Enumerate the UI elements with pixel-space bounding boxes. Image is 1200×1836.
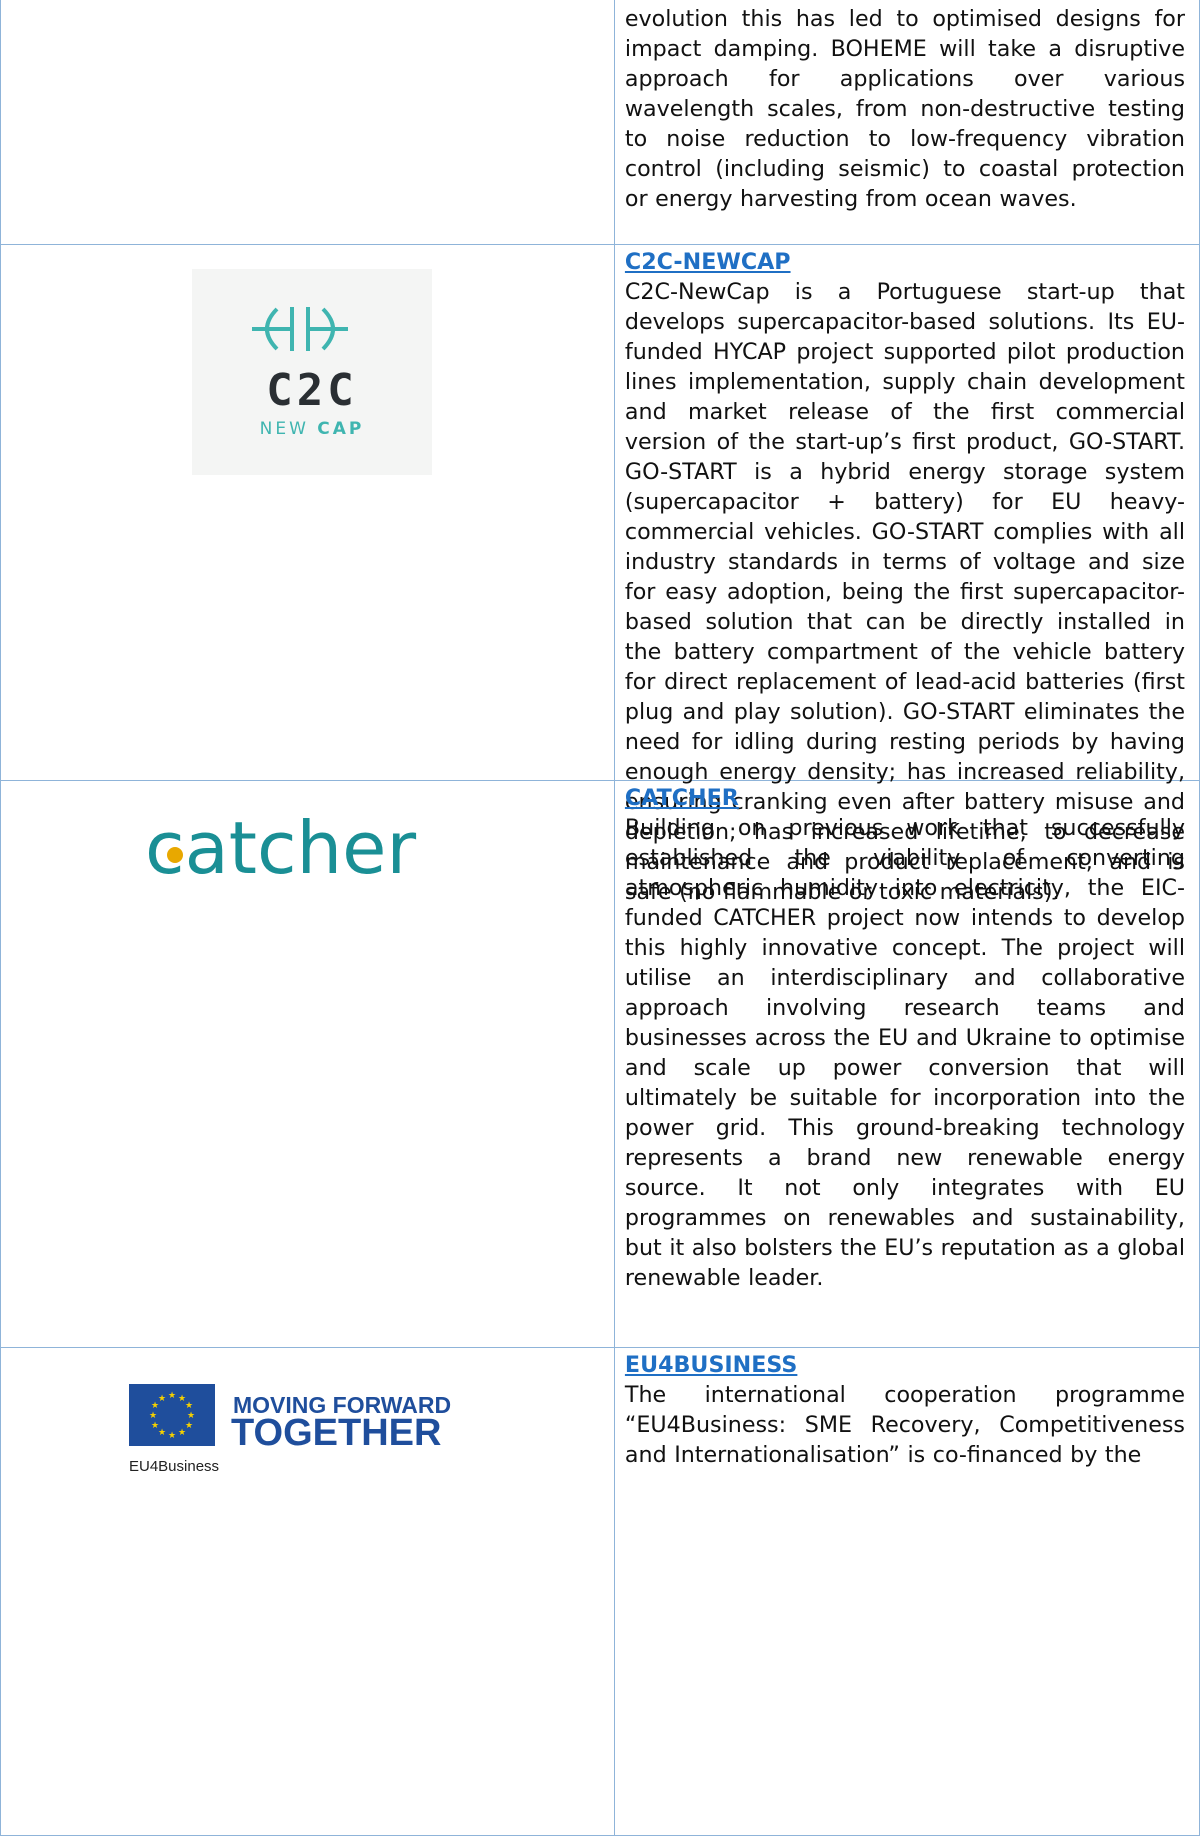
description-cell: CATCHER Building on previous work that s… (614, 781, 1200, 1348)
project-link-catcher[interactable]: CATCHER (625, 783, 1185, 813)
project-description: evolution this has led to optimised desi… (624, 6, 1185, 212)
table-row: ★ ★ ★ ★ ★ ★ ★ ★ ★ ★ ★ ★ MOVING FORWARD TOGETHER … (0, 1348, 1200, 1836)
logo-cell: ★ ★ ★ ★ ★ ★ ★ ★ ★ ★ ★ ★ MOVING FORWARD TOGETHER … (0, 1348, 615, 1836)
eu-logo-line2: TOGETHER (231, 1412, 442, 1454)
logo-cell: catcher (0, 781, 615, 1348)
eu-logo-caption: EU4Business (129, 1458, 220, 1475)
projects-table: evolution this has led to optimised desi… (0, 0, 1200, 1836)
c2c-logo-subtitle: NEW CAP (259, 419, 365, 439)
svg-text:★: ★ (185, 1421, 193, 1431)
project-description: The international cooperation programme … (624, 1382, 1185, 1468)
c2c-logo-wordmark: C2C (266, 365, 358, 416)
svg-text:★: ★ (185, 1401, 193, 1411)
description-cell: evolution this has led to optimised desi… (614, 0, 1200, 245)
table-row: catcher CATCHER Building on previous wor… (0, 781, 1200, 1348)
project-link-c2c-newcap[interactable]: C2C-NEWCAP (625, 247, 1185, 277)
logo-cell: C2C NEW CAP (0, 245, 615, 781)
svg-text:★: ★ (168, 1391, 176, 1401)
svg-text:★: ★ (149, 1411, 157, 1421)
svg-text:★: ★ (151, 1421, 159, 1431)
catcher-logo-wordmark: catcher (145, 811, 416, 890)
catcher-logo: catcher (145, 806, 475, 896)
catcher-logo-graphic: catcher (145, 806, 416, 890)
svg-text:★: ★ (168, 1431, 176, 1441)
svg-text:★: ★ (158, 1428, 166, 1438)
project-link-eu4business[interactable]: EU4BUSINESS (625, 1350, 1185, 1380)
description-cell: C2C-NEWCAP C2C-NewCap is a Portuguese st… (614, 245, 1200, 905)
table-row: C2C NEW CAP C2C-NEWCAP C2C-NewCap is a P… (0, 245, 1200, 905)
svg-text:★: ★ (187, 1411, 195, 1421)
description-cell: EU4BUSINESS The international cooperatio… (614, 1348, 1200, 1836)
project-description: Building on previous work that successfu… (624, 815, 1185, 1291)
svg-text:★: ★ (178, 1428, 186, 1438)
c2c-newcap-logo: C2C NEW CAP (192, 269, 432, 475)
logo-cell (0, 0, 615, 245)
eu4business-logo: ★ ★ ★ ★ ★ ★ ★ ★ ★ ★ ★ ★ MOVING FORWARD TOGETHER … (129, 1384, 451, 1499)
svg-text:★: ★ (158, 1394, 166, 1404)
catcher-logo-dot (167, 847, 183, 863)
table-row: evolution this has led to optimised desi… (0, 0, 1200, 245)
